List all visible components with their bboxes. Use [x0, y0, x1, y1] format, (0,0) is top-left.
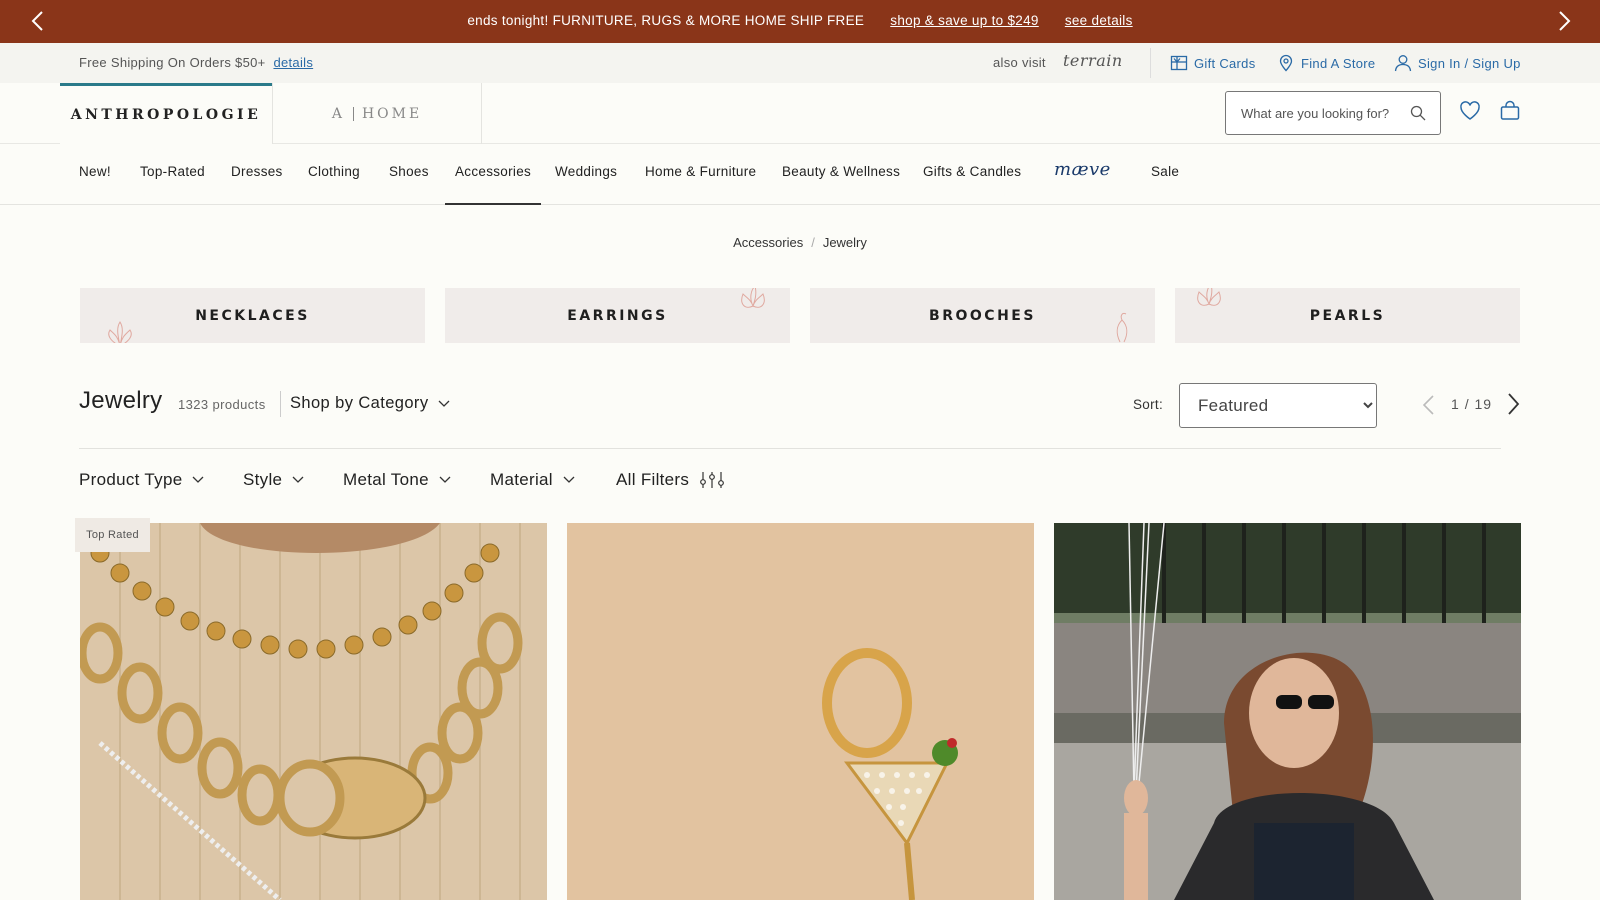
- page-title: Jewelry: [79, 387, 163, 414]
- breadcrumb-separator: /: [811, 235, 815, 250]
- gift-cards-link[interactable]: Gift Cards: [1170, 54, 1256, 72]
- product-image-earring: [567, 523, 1034, 900]
- pager-current: 1: [1451, 396, 1460, 412]
- nav-item-beauty-wellness[interactable]: Beauty & Wellness: [782, 164, 900, 179]
- wishlist-heart-icon[interactable]: [1458, 99, 1482, 123]
- category-tile-brooches[interactable]: BROOCHES: [810, 288, 1155, 343]
- nav-item-top-rated[interactable]: Top-Rated: [140, 164, 205, 179]
- promo-next-button[interactable]: [1553, 9, 1577, 33]
- nav-item-clothing[interactable]: Clothing: [308, 164, 360, 179]
- filter-product-type-label: Product Type: [79, 470, 183, 489]
- filter-product-type[interactable]: Product Type: [79, 470, 204, 490]
- nav-item-sale[interactable]: Sale: [1151, 164, 1179, 179]
- category-tile-earrings[interactable]: EARRINGS: [445, 288, 790, 343]
- breadcrumb-accessories[interactable]: Accessories: [733, 235, 803, 250]
- pager-prev-icon[interactable]: [1420, 394, 1436, 416]
- utility-bar: Free Shipping On Orders $50+ details als…: [0, 43, 1600, 83]
- chevron-down-icon: [193, 476, 204, 483]
- category-tile-necklaces[interactable]: NECKLACES: [80, 288, 425, 343]
- main-nav: New! Top-Rated Dresses Clothing Shoes Ac…: [0, 144, 1600, 205]
- filter-metal-tone-label: Metal Tone: [343, 470, 429, 489]
- gift-cards-label: Gift Cards: [1194, 55, 1256, 71]
- gift-card-icon: [1170, 55, 1188, 71]
- category-label-earrings: EARRINGS: [567, 307, 668, 324]
- product-card-martini-earring[interactable]: [567, 523, 1034, 900]
- product-count: 1323 products: [178, 397, 266, 412]
- sort-select[interactable]: Featured: [1179, 383, 1377, 428]
- nav-item-home-furniture[interactable]: Home & Furniture: [645, 164, 756, 179]
- product-image-model: [1054, 523, 1521, 900]
- filter-material-label: Material: [490, 470, 553, 489]
- toolbar-divider: [280, 391, 281, 417]
- filter-sliders-icon: [700, 472, 725, 488]
- flower-decoration-icon: [1197, 288, 1221, 306]
- chevron-right-icon: [1559, 11, 1571, 31]
- chevron-down-icon: [292, 476, 304, 483]
- utility-divider: [1150, 48, 1151, 78]
- shopping-bag-icon[interactable]: [1498, 99, 1522, 123]
- category-tile-pearls[interactable]: PEARLS: [1175, 288, 1520, 343]
- sort-label: Sort:: [1133, 397, 1164, 412]
- nav-item-shoes[interactable]: Shoes: [389, 164, 429, 179]
- breadcrumb: Accessories / Jewelry: [0, 235, 1600, 250]
- filter-metal-tone[interactable]: Metal Tone: [343, 470, 451, 490]
- find-store-label: Find A Store: [1301, 55, 1376, 71]
- also-visit-label: also visit: [993, 55, 1046, 70]
- pager-total: 19: [1474, 396, 1493, 412]
- search-box: [1225, 91, 1441, 135]
- promo-message: ends tonight! FURNITURE, RUGS & MORE HOM…: [467, 13, 865, 28]
- anthropologie-brand-tab[interactable]: ANTHROPOLOGIE: [60, 83, 272, 144]
- flower-decoration-icon: [741, 288, 765, 308]
- nav-item-dresses[interactable]: Dresses: [231, 164, 283, 179]
- promo-banner: ends tonight! FURNITURE, RUGS & MORE HOM…: [0, 0, 1600, 43]
- free-shipping-text: Free Shipping On Orders $50+: [79, 55, 266, 70]
- top-rated-badge: Top Rated: [75, 518, 150, 552]
- chevron-down-icon: [439, 400, 450, 407]
- shop-by-category-dropdown[interactable]: Shop by Category: [290, 394, 450, 413]
- flower-decoration-icon: [1116, 313, 1128, 343]
- ahome-logo: A HOME: [331, 105, 423, 122]
- free-shipping-details-link[interactable]: details: [273, 55, 313, 70]
- nav-item-maeve-logo[interactable]: mæve: [1054, 159, 1111, 180]
- nav-item-gifts-candles[interactable]: Gifts & Candles: [923, 164, 1021, 179]
- chevron-down-icon: [439, 476, 451, 483]
- nav-item-weddings[interactable]: Weddings: [555, 164, 617, 179]
- free-shipping-notice: Free Shipping On Orders $50+ details: [79, 55, 313, 70]
- pager-status: 1 / 19: [1451, 396, 1492, 412]
- user-icon: [1394, 55, 1412, 72]
- breadcrumb-jewelry[interactable]: Jewelry: [823, 235, 867, 250]
- category-label-pearls: PEARLS: [1309, 307, 1386, 324]
- filter-style-label: Style: [243, 470, 283, 489]
- location-pin-icon: [1279, 54, 1293, 72]
- nav-item-new[interactable]: New!: [79, 164, 111, 179]
- terrain-logo-link[interactable]: terrain: [1063, 51, 1123, 70]
- category-label-necklaces: NECKLACES: [195, 307, 310, 324]
- find-store-link[interactable]: Find A Store: [1277, 54, 1375, 72]
- sign-in-link[interactable]: Sign In / Sign Up: [1394, 54, 1521, 72]
- product-image-necklaces: [80, 523, 547, 900]
- shop-by-category-label: Shop by Category: [290, 394, 429, 412]
- all-filters-button[interactable]: All Filters: [616, 470, 725, 490]
- pager-next-icon[interactable]: [1506, 392, 1522, 416]
- pager-separator: /: [1464, 396, 1470, 412]
- product-card-model-balloons[interactable]: [1054, 523, 1521, 900]
- site-header: ANTHROPOLOGIE A HOME: [0, 83, 1600, 144]
- flower-decoration-icon: [108, 321, 132, 343]
- all-filters-label: All Filters: [616, 470, 690, 489]
- promo-shop-link[interactable]: shop & save up to $249: [890, 13, 1038, 28]
- nav-item-accessories[interactable]: Accessories: [444, 164, 542, 205]
- filter-material[interactable]: Material: [490, 470, 575, 490]
- filter-style[interactable]: Style: [243, 470, 304, 490]
- category-label-brooches: BROOCHES: [929, 307, 1036, 324]
- search-input[interactable]: [1227, 93, 1407, 133]
- search-icon[interactable]: [1410, 105, 1426, 121]
- ahome-brand-tab[interactable]: A HOME: [272, 83, 482, 144]
- sign-in-label: Sign In / Sign Up: [1418, 55, 1521, 71]
- promo-details-link[interactable]: see details: [1065, 13, 1133, 28]
- anthropologie-logo: ANTHROPOLOGIE: [70, 107, 262, 123]
- chevron-down-icon: [563, 476, 575, 483]
- toolbar-rule: [79, 448, 1501, 449]
- product-card-necklace-stack[interactable]: [80, 523, 547, 900]
